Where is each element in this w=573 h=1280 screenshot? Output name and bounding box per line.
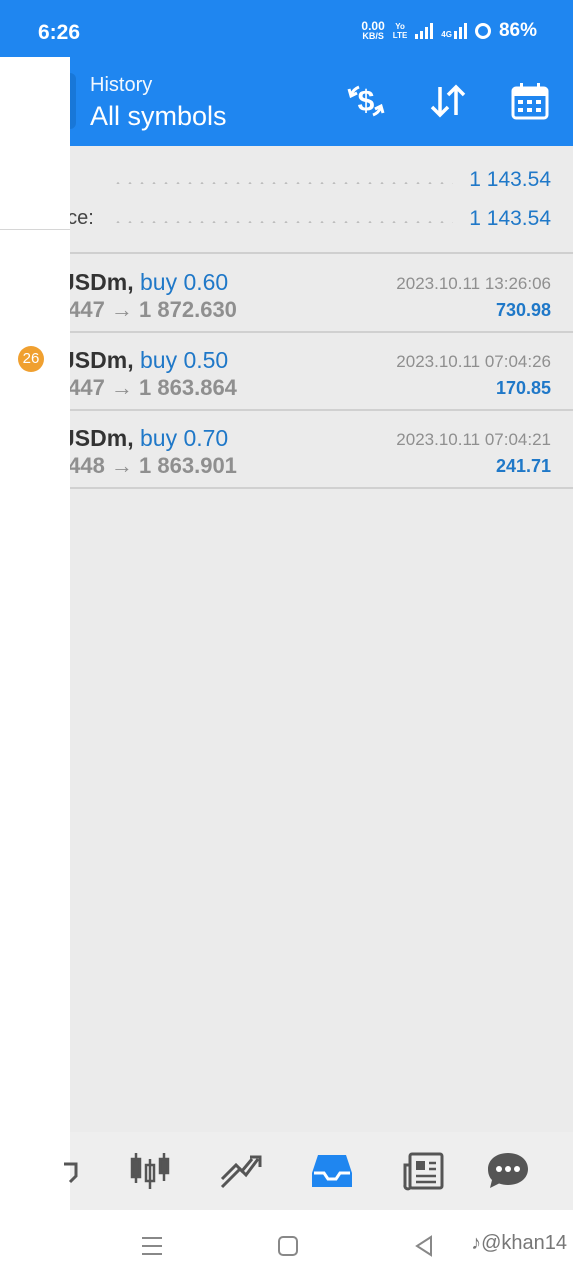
leader-dots <box>112 221 453 223</box>
summary-value: 1 143.54 <box>469 207 551 230</box>
chat-icon[interactable] <box>483 1146 533 1196</box>
status-time: 6:26 <box>38 21 81 44</box>
status-bar: 6:26 0.00 KB/S Yo LTE 4G 86% <box>0 0 573 57</box>
side-drawer[interactable] <box>0 57 70 1210</box>
summary-label: nce: <box>70 207 94 229</box>
history-inbox-icon[interactable] <box>307 1146 357 1196</box>
trade-row[interactable]: JSDm, buy 0.60 .447 → 1 872.630 2023.10.… <box>70 255 573 333</box>
trade-symbol-line: JSDm, buy 0.50 <box>70 347 228 374</box>
menu-button[interactable] <box>70 73 76 129</box>
watermark-text: @khan14 <box>481 1232 567 1254</box>
net-speed-unit: KB/S <box>362 31 384 41</box>
trade-row[interactable]: JSDm, buy 0.50 .447 → 1 863.864 2023.10.… <box>70 333 573 411</box>
trade-prices: .448 → 1 863.901 <box>70 453 237 478</box>
status-indicators: 0.00 KB/S Yo LTE 4G 86% <box>361 20 537 42</box>
trade-icon[interactable] <box>215 1146 265 1196</box>
signal-4g-icon: 4G <box>441 23 467 39</box>
trade-side: buy 0.50 <box>139 347 229 373</box>
drawer-divider <box>0 229 70 230</box>
leader-dots <box>112 182 453 184</box>
calendar-icon[interactable] <box>508 79 552 123</box>
news-icon[interactable] <box>399 1146 449 1196</box>
currency-exchange-icon[interactable]: $ <box>344 79 388 123</box>
row-divider <box>70 487 573 489</box>
trade-symbol: JSDm, <box>70 269 134 295</box>
trade-prices: .447 → 1 863.864 <box>70 375 237 400</box>
volte-bottom: LTE <box>392 31 408 40</box>
signal-icon <box>415 23 434 39</box>
trade-symbol: JSDm, <box>70 425 134 451</box>
chart-candles-icon[interactable] <box>125 1146 175 1196</box>
tiktok-icon: ♪ <box>471 1232 482 1254</box>
back-icon[interactable] <box>410 1232 438 1260</box>
summary-value: 1 143.54 <box>469 168 551 191</box>
trade-time: 2023.10.11 07:04:21 <box>396 430 551 449</box>
trade-profit: 730.98 <box>495 300 551 320</box>
history-content[interactable]: t: 1 143.54 nce: 1 143.54 JSDm, buy 0.60… <box>70 146 573 1132</box>
app-bar: History All symbols $ <box>70 57 573 146</box>
summary-section: t: 1 143.54 nce: 1 143.54 <box>70 146 573 254</box>
system-navigation-bar: ♪@khan14 <box>0 1210 573 1280</box>
quotes-icon[interactable] <box>48 1146 98 1196</box>
trade-prices: .447 → 1 872.630 <box>70 297 237 322</box>
trade-side: buy 0.60 <box>139 269 229 295</box>
trade-side: buy 0.70 <box>139 425 229 451</box>
trade-symbol: JSDm, <box>70 347 134 373</box>
net-speed: 0.00 KB/S <box>361 20 384 41</box>
trade-row[interactable]: JSDm, buy 0.70 .448 → 1 863.901 2023.10.… <box>70 411 573 489</box>
battery-percent: 86% <box>498 20 537 41</box>
summary-row-profit: t: 1 143.54 <box>70 168 573 198</box>
bottom-tab-bar <box>64 1132 573 1210</box>
symbol-filter[interactable]: All symbols <box>90 101 227 132</box>
notification-badge: 26 <box>18 346 44 372</box>
page-title: History <box>90 74 153 96</box>
summary-row-balance: nce: 1 143.54 <box>70 207 573 237</box>
volte-indicator: Yo LTE <box>393 22 408 40</box>
sort-icon[interactable] <box>426 79 470 123</box>
trade-profit: 241.71 <box>495 456 551 476</box>
trade-symbol-line: JSDm, buy 0.60 <box>70 269 228 296</box>
trade-time: 2023.10.11 13:26:06 <box>396 274 551 293</box>
menu-icon[interactable] <box>138 1232 166 1260</box>
watermark: ♪@khan14 <box>471 1232 567 1255</box>
home-icon[interactable] <box>274 1232 302 1260</box>
trade-profit: 170.85 <box>495 378 551 398</box>
summary-divider <box>70 252 573 254</box>
svg-text:$: $ <box>358 85 375 118</box>
network-type: 4G <box>441 30 452 39</box>
trade-time: 2023.10.11 07:04:26 <box>396 352 551 371</box>
battery-icon <box>474 23 491 39</box>
volte-top: Yo <box>395 22 405 31</box>
trade-symbol-line: JSDm, buy 0.70 <box>70 425 228 452</box>
